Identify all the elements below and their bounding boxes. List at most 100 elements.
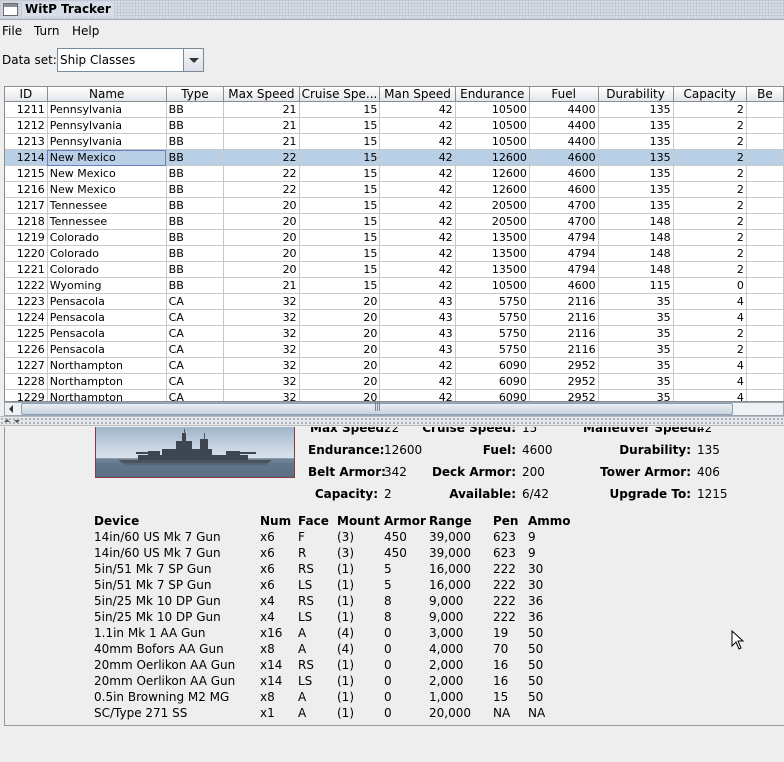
table-cell[interactable]: 4794	[529, 245, 599, 262]
table-cell[interactable]: 4400	[529, 117, 599, 134]
table-cell[interactable]: 20	[299, 341, 381, 358]
table-cell[interactable]	[746, 357, 784, 374]
table-cell[interactable]: 4400	[529, 101, 599, 118]
table-cell[interactable]: 0	[673, 277, 747, 294]
table-cell[interactable]: 15	[299, 149, 381, 166]
table-cell[interactable]: 42	[379, 261, 456, 278]
table-cell[interactable]: 42	[379, 117, 456, 134]
table-cell[interactable]: BB	[166, 277, 225, 294]
table-cell[interactable]: 2	[673, 245, 747, 262]
table-cell[interactable]: 148	[598, 245, 674, 262]
table-cell[interactable]: 42	[379, 149, 456, 166]
table-cell[interactable]: 42	[379, 165, 456, 182]
table-cell[interactable]: 1221	[5, 261, 48, 278]
table-cell[interactable]: New Mexico	[47, 165, 167, 182]
table-cell[interactable]: 43	[379, 293, 456, 310]
table-cell[interactable]: 15	[299, 277, 381, 294]
table-cell[interactable]: 20	[223, 229, 300, 246]
column-header[interactable]: Durability	[598, 87, 674, 102]
table-cell[interactable]: 20	[223, 197, 300, 214]
table-cell[interactable]	[746, 181, 784, 198]
table-cell[interactable]: 1227	[5, 357, 48, 374]
table-cell[interactable]: 43	[379, 325, 456, 342]
table-row[interactable]: 1229 Northampton CA 32 20 42 6090 2952 35 4	[5, 389, 784, 401]
table-cell[interactable]: 15	[299, 229, 381, 246]
table-cell[interactable]: 1228	[5, 373, 48, 390]
table-cell[interactable]: 135	[598, 181, 674, 198]
table-cell[interactable]: 1223	[5, 293, 48, 310]
table-cell[interactable]: 135	[598, 117, 674, 134]
table-cell[interactable]: Northampton	[47, 389, 167, 401]
table-cell[interactable]: 2	[673, 261, 747, 278]
table-cell[interactable]	[746, 213, 784, 230]
table-cell[interactable]: 35	[598, 325, 674, 342]
table-cell[interactable]: CA	[166, 373, 225, 390]
table-cell[interactable]: CA	[166, 341, 225, 358]
table-cell[interactable]: 5750	[455, 341, 530, 358]
table-cell[interactable]: 12600	[455, 181, 530, 198]
table-row[interactable]: 1220 Colorado BB 20 15 42 13500 4794 148 2	[5, 245, 784, 262]
table-row[interactable]: 1226 Pensacola CA 32 20 43 5750 2116 35 2	[5, 341, 784, 358]
table-cell[interactable]	[746, 229, 784, 246]
table-row[interactable]: 1212 Pennsylvania BB 21 15 42 10500 4400 135 2	[5, 117, 784, 134]
table-row[interactable]: 1223 Pensacola CA 32 20 43 5750 2116 35 4	[5, 293, 784, 310]
table-cell[interactable]	[746, 101, 784, 118]
table-cell[interactable]: BB	[166, 181, 225, 198]
scrollbar-thumb[interactable]	[21, 402, 733, 415]
table-cell[interactable]: 42	[379, 245, 456, 262]
table-cell[interactable]: Northampton	[47, 373, 167, 390]
table-cell[interactable]: 2	[673, 229, 747, 246]
table-cell[interactable]: 1216	[5, 181, 48, 198]
table-cell[interactable]: 10500	[455, 133, 530, 150]
table-cell[interactable]	[746, 117, 784, 134]
table-cell[interactable]: 32	[223, 293, 300, 310]
table-cell[interactable]: 35	[598, 373, 674, 390]
ship-class-table[interactable]: ID Name Type Max Speed Cruise Spe... Man Spee…	[4, 86, 784, 402]
table-row[interactable]: 1216 New Mexico BB 22 15 42 12600 4600 135 2	[5, 181, 784, 198]
table-cell[interactable]: 4400	[529, 133, 599, 150]
table-cell[interactable]	[746, 389, 784, 401]
table-cell[interactable]	[746, 245, 784, 262]
table-cell[interactable]: 15	[299, 101, 381, 118]
table-cell[interactable]: BB	[166, 229, 225, 246]
table-cell[interactable]: 1217	[5, 197, 48, 214]
table-cell[interactable]: 2116	[529, 341, 599, 358]
table-cell[interactable]: 20500	[455, 213, 530, 230]
table-cell[interactable]: Pennsylvania	[47, 101, 167, 118]
table-cell[interactable]: 42	[379, 389, 456, 401]
table-cell[interactable]: 4	[673, 357, 747, 374]
table-cell[interactable]: 12600	[455, 165, 530, 182]
menu-file[interactable]: File	[2, 24, 22, 38]
table-cell[interactable]	[746, 277, 784, 294]
table-cell[interactable]: 5750	[455, 325, 530, 342]
table-cell[interactable]: 42	[379, 101, 456, 118]
table-cell[interactable]: 20	[223, 213, 300, 230]
table-cell[interactable]: Pennsylvania	[47, 133, 167, 150]
table-cell[interactable]: 2116	[529, 325, 599, 342]
table-cell[interactable]: 12600	[455, 149, 530, 166]
table-cell[interactable]: 2	[673, 341, 747, 358]
table-cell[interactable]: 15	[299, 133, 381, 150]
table-cell[interactable]: 2	[673, 165, 747, 182]
table-row[interactable]: 1225 Pensacola CA 32 20 43 5750 2116 35 2	[5, 325, 784, 342]
table-cell[interactable]: 4	[673, 293, 747, 310]
column-header[interactable]: Be	[746, 87, 784, 102]
table-cell[interactable]: 2952	[529, 389, 599, 401]
column-header[interactable]: ID	[5, 87, 48, 102]
table-cell[interactable]: 21	[223, 133, 300, 150]
table-cell[interactable]: 2116	[529, 293, 599, 310]
window-icon[interactable]	[3, 3, 18, 16]
chevron-down-icon[interactable]	[183, 49, 203, 71]
table-cell[interactable]: 4	[673, 373, 747, 390]
title-bar[interactable]: WitP Tracker	[0, 0, 784, 20]
table-cell[interactable]: New Mexico	[47, 149, 167, 166]
table-cell[interactable]: Tennessee	[47, 197, 167, 214]
table-cell[interactable]: 10500	[455, 277, 530, 294]
table-cell[interactable]: 1229	[5, 389, 48, 401]
table-cell[interactable]: 42	[379, 197, 456, 214]
table-cell[interactable]: 5750	[455, 293, 530, 310]
table-cell[interactable]: 10500	[455, 101, 530, 118]
table-cell[interactable]: BB	[166, 261, 225, 278]
table-cell[interactable]: 1225	[5, 325, 48, 342]
table-row[interactable]: 1211 Pennsylvania BB 21 15 42 10500 4400 135 2	[5, 101, 784, 118]
